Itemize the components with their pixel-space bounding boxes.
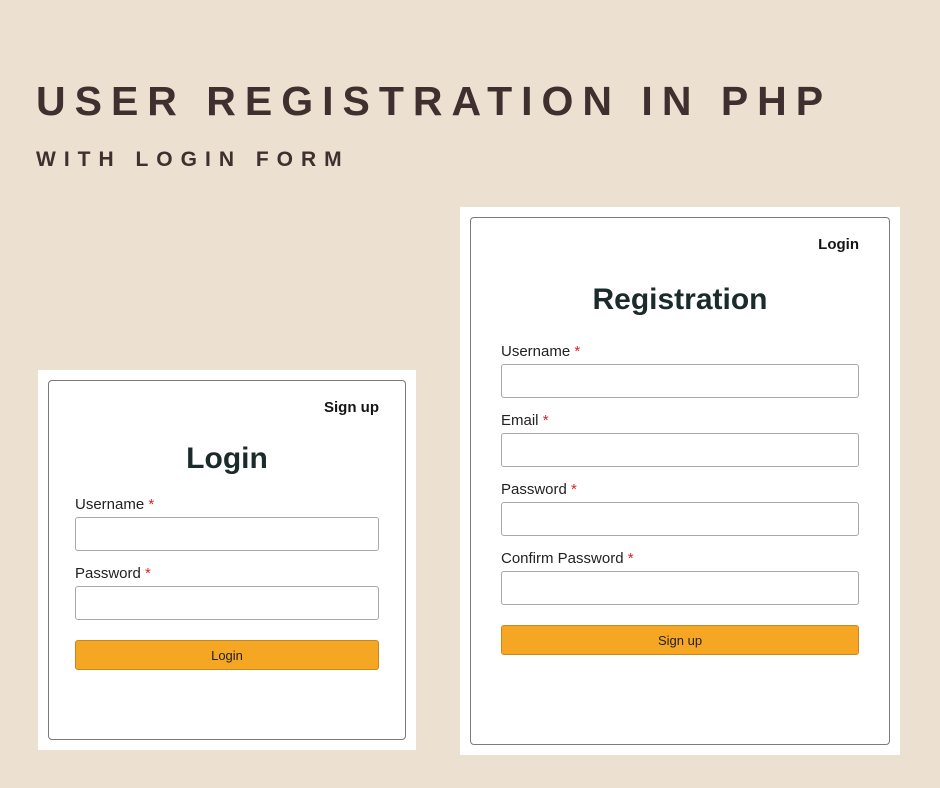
required-marker: * bbox=[628, 550, 634, 567]
page-subheading: WITH LOGIN FORM bbox=[36, 148, 350, 172]
reg-email-field: Email * bbox=[501, 412, 859, 467]
registration-card: Login Registration Username * Email * Pa… bbox=[460, 207, 900, 755]
required-marker: * bbox=[571, 481, 577, 498]
reg-password-label: Password * bbox=[501, 481, 859, 498]
required-marker: * bbox=[574, 343, 580, 360]
reg-confirm-password-input[interactable] bbox=[501, 571, 859, 605]
reg-username-field: Username * bbox=[501, 343, 859, 398]
login-password-field: Password * bbox=[75, 565, 379, 620]
login-username-label: Username * bbox=[75, 496, 379, 513]
signup-link[interactable]: Sign up bbox=[75, 395, 379, 416]
login-username-field: Username * bbox=[75, 496, 379, 551]
login-username-input[interactable] bbox=[75, 517, 379, 551]
login-link[interactable]: Login bbox=[501, 232, 859, 253]
login-title: Login bbox=[75, 442, 379, 476]
login-password-input[interactable] bbox=[75, 586, 379, 620]
reg-email-input[interactable] bbox=[501, 433, 859, 467]
login-card: Sign up Login Username * Password * Logi… bbox=[38, 370, 416, 750]
login-button[interactable]: Login bbox=[75, 640, 379, 670]
reg-password-field: Password * bbox=[501, 481, 859, 536]
reg-confirm-password-field: Confirm Password * bbox=[501, 550, 859, 605]
reg-confirm-password-label: Confirm Password * bbox=[501, 550, 859, 567]
reg-username-input[interactable] bbox=[501, 364, 859, 398]
page-heading: USER REGISTRATION IN PHP bbox=[36, 78, 832, 125]
login-password-label: Password * bbox=[75, 565, 379, 582]
registration-card-inner: Login Registration Username * Email * Pa… bbox=[470, 217, 890, 745]
login-card-inner: Sign up Login Username * Password * Logi… bbox=[48, 380, 406, 740]
reg-email-label: Email * bbox=[501, 412, 859, 429]
reg-password-input[interactable] bbox=[501, 502, 859, 536]
signup-button[interactable]: Sign up bbox=[501, 625, 859, 655]
reg-username-label: Username * bbox=[501, 343, 859, 360]
required-marker: * bbox=[148, 496, 154, 513]
required-marker: * bbox=[145, 565, 151, 582]
registration-title: Registration bbox=[501, 283, 859, 317]
required-marker: * bbox=[543, 412, 549, 429]
